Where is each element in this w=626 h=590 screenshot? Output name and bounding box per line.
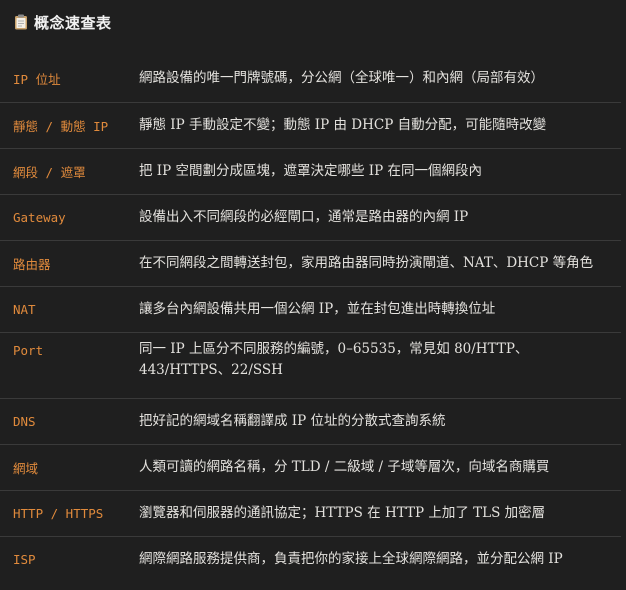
description-cell: 網際網路服務提供商，負責把你的家接上全球網際網路，並分配公網 IP: [139, 551, 563, 567]
table-row: 網段 / 遮罩 把 IP 空間劃分成區塊，遮罩決定哪些 IP 在同一個網段內: [0, 148, 621, 194]
description-cell: 同一 IP 上區分不同服務的編號，0–65535，常見如 80/HTTP、443…: [139, 341, 529, 378]
description-cell: 把 IP 空間劃分成區塊，遮罩決定哪些 IP 在同一個網段內: [139, 163, 482, 179]
description-cell: 瀏覽器和伺服器的通訊協定；HTTPS 在 HTTP 上加了 TLS 加密層: [139, 505, 546, 521]
table-row: ISP 網際網路服務提供商，負責把你的家接上全球網際網路，並分配公網 IP: [0, 536, 621, 582]
term-cell: HTTP / HTTPS: [13, 506, 104, 521]
concept-table: IP 位址 網路設備的唯一門牌號碼，分公網（全球唯一）和內網（局部有效） 靜態 …: [0, 54, 621, 582]
term-cell: 路由器: [13, 257, 51, 272]
page-title: 概念速查表: [34, 13, 112, 32]
table-row: IP 位址 網路設備的唯一門牌號碼，分公網（全球唯一）和內網（局部有效）: [0, 54, 621, 102]
description-cell: 靜態 IP 手動設定不變；動態 IP 由 DHCP 自動分配，可能隨時改變: [139, 117, 547, 133]
table-row: DNS 把好記的網域名稱翻譯成 IP 位址的分散式查詢系統: [0, 398, 621, 444]
table-row: 靜態 / 動態 IP 靜態 IP 手動設定不變；動態 IP 由 DHCP 自動分…: [0, 102, 621, 148]
description-cell: 在不同網段之間轉送封包，家用路由器同時扮演閘道、NAT、DHCP 等角色: [139, 255, 594, 271]
term-cell: Gateway: [13, 210, 66, 225]
clipboard-icon: [14, 14, 28, 30]
term-cell: NAT: [13, 302, 36, 317]
table-row: 網域 人類可讀的網路名稱，分 TLD / 二級域 / 子域等層次，向域名商購買: [0, 444, 621, 490]
description-cell: 設備出入不同網段的必經閘口，通常是路由器的內網 IP: [139, 209, 469, 225]
term-cell: 靜態 / 動態 IP: [13, 119, 109, 134]
page-header: 概念速查表: [14, 11, 112, 33]
description-cell: 讓多台內網設備共用一個公網 IP，並在封包進出時轉換位址: [139, 301, 496, 317]
term-cell: Port: [13, 343, 44, 358]
table-row: HTTP / HTTPS 瀏覽器和伺服器的通訊協定；HTTPS 在 HTTP 上…: [0, 490, 621, 536]
term-cell: DNS: [13, 414, 36, 429]
table-row: Port 同一 IP 上區分不同服務的編號，0–65535，常見如 80/HTT…: [0, 332, 621, 398]
term-cell: IP 位址: [13, 71, 61, 87]
term-cell: 網段 / 遮罩: [13, 165, 86, 180]
table-row: 路由器 在不同網段之間轉送封包，家用路由器同時扮演閘道、NAT、DHCP 等角色: [0, 240, 621, 286]
description-cell: 把好記的網域名稱翻譯成 IP 位址的分散式查詢系統: [139, 413, 446, 429]
term-cell: ISP: [13, 552, 36, 567]
description-cell: 人類可讀的網路名稱，分 TLD / 二級域 / 子域等層次，向域名商購買: [139, 459, 550, 475]
table-row: NAT 讓多台內網設備共用一個公網 IP，並在封包進出時轉換位址: [0, 286, 621, 332]
description-cell: 網路設備的唯一門牌號碼，分公網（全球唯一）和內網（局部有效）: [139, 69, 544, 86]
table-row: Gateway 設備出入不同網段的必經閘口，通常是路由器的內網 IP: [0, 194, 621, 240]
term-cell: 網域: [13, 461, 39, 476]
